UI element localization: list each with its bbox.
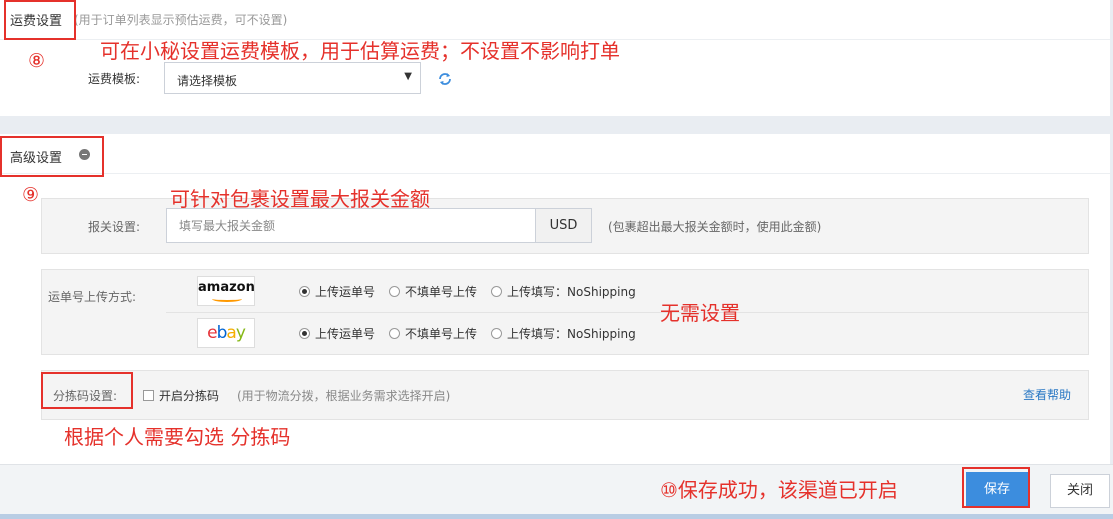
bottom-strip	[0, 514, 1113, 519]
shipping-section-hint: (用于订单列表显示预估运费，可不设置)	[74, 13, 288, 27]
customs-amount-field[interactable]	[166, 208, 536, 243]
shipping-template-label: 运费模板:	[88, 72, 141, 86]
amazon-option-noshipping[interactable]: 上传填写：NoShipping	[491, 283, 636, 300]
platform-divider	[166, 312, 1088, 313]
radio-button[interactable]	[299, 286, 310, 297]
radio-button[interactable]	[389, 286, 401, 297]
sorting-code-hint: (用于物流分拨，根据业务需求选择开启)	[237, 389, 451, 403]
refresh-icon[interactable]	[436, 70, 454, 88]
annotation-box-sorting-label	[41, 372, 133, 409]
amazon-option-upload[interactable]: 上传运单号	[299, 283, 375, 300]
ebay-logo: ebay	[197, 318, 255, 348]
amazon-upload-options: 上传运单号 不填单号上传 上传填写：NoShipping	[299, 283, 650, 300]
annotation-shipping-template: 可在小秘设置运费模板，用于估算运费；不设置不影响打单	[100, 39, 620, 63]
customs-amount-input[interactable]	[167, 209, 535, 242]
customs-hint: (包裹超出最大报关金额时，使用此金额)	[608, 220, 822, 234]
annotation-number-8: ⑧	[28, 50, 46, 72]
advanced-section-header	[0, 134, 1110, 174]
radio-button[interactable]	[299, 328, 310, 339]
help-link[interactable]: 查看帮助	[1023, 386, 1071, 403]
sorting-code-checkbox-label: 开启分拣码	[159, 389, 220, 403]
ebay-option-no-number[interactable]: 不填单号上传	[389, 325, 477, 342]
radio-button[interactable]	[389, 328, 401, 339]
close-button[interactable]: 关闭	[1050, 474, 1110, 508]
chevron-down-icon: ▼	[404, 71, 412, 82]
ebay-option-noshipping[interactable]: 上传填写：NoShipping	[491, 325, 636, 342]
sorting-code-checkbox[interactable]	[143, 390, 154, 401]
annotation-box-save	[962, 467, 1030, 508]
radio-button[interactable]	[491, 328, 503, 339]
sorting-code-toggle[interactable]: 开启分拣码	[143, 387, 219, 404]
ebay-option-upload[interactable]: 上传运单号	[299, 325, 375, 342]
amazon-option-no-number[interactable]: 不填单号上传	[389, 283, 477, 300]
amazon-logo: amazon	[197, 276, 255, 306]
annotation-box-shipping-title	[4, 0, 76, 40]
annotation-save-success: ⑩保存成功，该渠道已开启	[660, 478, 898, 502]
customs-label: 报关设置:	[88, 220, 141, 234]
radio-button[interactable]	[491, 286, 503, 297]
footer-bar	[0, 464, 1113, 519]
shipping-section-header: 运费设置 (用于订单列表显示预估运费，可不设置)	[0, 0, 1110, 40]
annotation-number-9: ⑨	[22, 184, 40, 206]
shipping-template-value: 请选择模板	[177, 74, 238, 88]
tracking-upload-label: 运单号上传方式:	[48, 290, 137, 304]
annotation-no-need: 无需设置	[660, 301, 740, 325]
currency-addon: USD	[535, 208, 592, 243]
shipping-template-select[interactable]: 请选择模板 ▼	[164, 62, 421, 94]
annotation-sorting: 根据个人需要勾选 分拣码	[64, 425, 291, 449]
annotation-box-advanced-title	[0, 136, 104, 177]
annotation-customs: 可针对包裹设置最大报关金额	[170, 187, 430, 211]
ebay-upload-options: 上传运单号 不填单号上传 上传填写：NoShipping	[299, 325, 650, 342]
